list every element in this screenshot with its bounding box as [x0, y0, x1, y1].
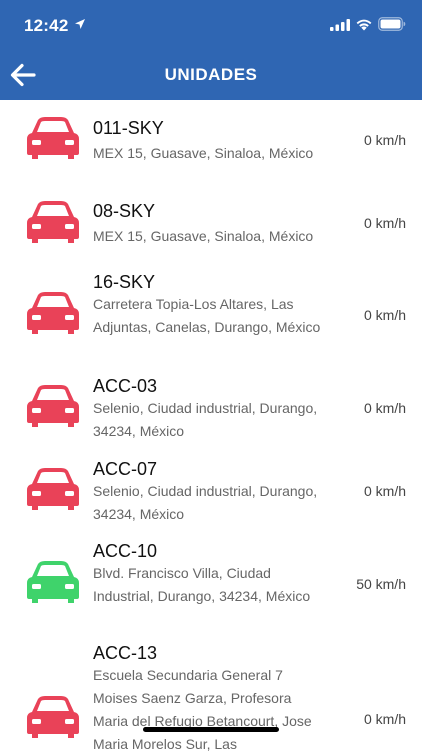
signal-icon [330, 19, 350, 31]
unit-address: Carretera Topia-Los Altares, Las Adjunta… [93, 296, 321, 335]
unit-name: ACC-13 [93, 643, 158, 663]
unit-address: Selenio, Ciudad industrial, Durango, 342… [93, 483, 318, 522]
unit-address: Blvd. Francisco Villa, Ciudad Industrial… [93, 565, 311, 604]
car-icon [27, 292, 79, 334]
unit-name: ACC-03 [93, 376, 158, 396]
unit-name: ACC-10 [93, 541, 158, 561]
unit-speed: 0 km/h [363, 307, 406, 323]
car-icon [27, 117, 79, 159]
unit-name: 16-SKY [93, 272, 156, 292]
car-icon [27, 385, 79, 427]
unit-speed: 0 km/h [363, 483, 406, 499]
unit-address: MEX 15, Guasave, Sinaloa, México [93, 145, 314, 161]
car-icon [27, 561, 79, 603]
unit-speed: 0 km/h [363, 132, 406, 148]
unit-name: 011-SKY [93, 118, 164, 138]
status-bar: 12:42 [0, 0, 422, 50]
unit-speed: 0 km/h [363, 215, 406, 231]
unit-address: Selenio, Ciudad industrial, Durango, 342… [93, 400, 318, 439]
nav-bar: UNIDADES [0, 50, 422, 100]
wifi-icon [356, 19, 372, 31]
unit-speed: 50 km/h [356, 576, 406, 592]
unit-speed: 0 km/h [363, 400, 406, 416]
unit-name: 08-SKY [93, 201, 156, 221]
unit-name: ACC-07 [93, 459, 158, 479]
location-arrow-icon [75, 19, 85, 29]
car-icon [27, 201, 79, 243]
home-indicator[interactable] [143, 727, 279, 732]
status-time: 12:42 [24, 16, 69, 35]
battery-icon [378, 17, 406, 31]
header: 12:42 UNIDADES [0, 0, 422, 100]
page-title: UNIDADES [164, 65, 258, 84]
car-icon [27, 468, 79, 510]
unit-address: MEX 15, Guasave, Sinaloa, México [93, 228, 314, 244]
car-icon [27, 696, 79, 738]
unit-address: Escuela Secundaria General 7 Moises Saen… [93, 667, 312, 752]
unit-speed: 0 km/h [363, 711, 406, 727]
